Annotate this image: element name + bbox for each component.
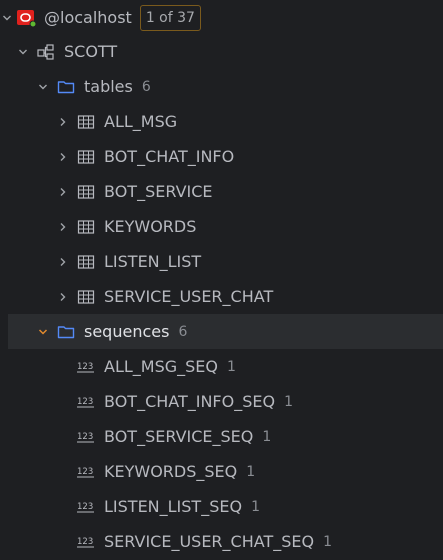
- table-icon: [76, 217, 96, 237]
- sequences-folder-row[interactable]: sequences 6: [8, 314, 443, 349]
- table-name: ALL_MSG: [104, 112, 178, 131]
- chevron-right-icon[interactable]: [56, 290, 70, 304]
- chevron-down-icon[interactable]: [36, 80, 50, 94]
- sequence-icon: 123: [76, 357, 96, 377]
- svg-text:123: 123: [77, 537, 93, 547]
- svg-text:123: 123: [77, 362, 93, 372]
- sequence-name: LISTEN_LIST_SEQ: [104, 497, 243, 516]
- sequence-row[interactable]: 123 BOT_SERVICE_SEQ 1: [0, 419, 443, 454]
- chevron-right-icon[interactable]: [56, 150, 70, 164]
- connection-name: @localhost: [44, 8, 132, 27]
- svg-text:123: 123: [77, 502, 93, 512]
- svg-text:123: 123: [77, 397, 93, 407]
- sequence-count: 1: [284, 393, 294, 410]
- tables-count: 6: [141, 78, 151, 95]
- table-row[interactable]: LISTEN_LIST: [0, 244, 443, 279]
- table-row[interactable]: SERVICE_USER_CHAT: [0, 279, 443, 314]
- table-row[interactable]: BOT_CHAT_INFO: [0, 139, 443, 174]
- table-icon: [76, 147, 96, 167]
- sequence-icon: 123: [76, 532, 96, 552]
- schema-name: SCOTT: [64, 42, 118, 61]
- sequence-icon: 123: [76, 392, 96, 412]
- table-name: BOT_CHAT_INFO: [104, 147, 235, 166]
- sequence-row[interactable]: 123 SERVICE_USER_CHAT_SEQ 1: [0, 524, 443, 559]
- chevron-down-icon[interactable]: [16, 45, 30, 59]
- tables-folder-row[interactable]: tables 6: [0, 69, 443, 104]
- table-row[interactable]: KEYWORDS: [0, 209, 443, 244]
- sequence-row[interactable]: 123 BOT_CHAT_INFO_SEQ 1: [0, 384, 443, 419]
- chevron-down-icon[interactable]: [36, 325, 50, 339]
- sequence-name: ALL_MSG_SEQ: [104, 357, 218, 376]
- sequence-count: 1: [251, 498, 260, 515]
- table-icon: [76, 287, 96, 307]
- chevron-right-icon[interactable]: [56, 185, 70, 199]
- database-tree: @localhost 1 of 37 SCOTT tables 6 ALL_MS…: [0, 0, 443, 560]
- table-name: SERVICE_USER_CHAT: [104, 287, 274, 306]
- table-name: LISTEN_LIST: [104, 252, 202, 271]
- sequence-row[interactable]: 123 ALL_MSG_SEQ 1: [0, 349, 443, 384]
- folder-icon: [56, 77, 76, 97]
- svg-text:123: 123: [77, 432, 93, 442]
- schema-row[interactable]: SCOTT: [0, 34, 443, 69]
- table-icon: [76, 112, 96, 132]
- sequences-count: 6: [178, 323, 188, 340]
- tables-folder-label: tables: [84, 77, 133, 96]
- session-badge[interactable]: 1 of 37: [139, 4, 201, 31]
- table-name: KEYWORDS: [104, 217, 197, 236]
- connection-row[interactable]: @localhost 1 of 37: [0, 0, 443, 35]
- chevron-right-icon[interactable]: [56, 255, 70, 269]
- sequence-icon: 123: [76, 497, 96, 517]
- sequence-name: BOT_CHAT_INFO_SEQ: [104, 392, 276, 411]
- sequences-folder-label: sequences: [84, 322, 170, 341]
- sequence-count: 1: [246, 463, 256, 480]
- sequence-icon: 123: [76, 462, 96, 482]
- sequence-count: 1: [323, 533, 333, 550]
- schema-icon: [36, 42, 56, 62]
- table-row[interactable]: BOT_SERVICE: [0, 174, 443, 209]
- table-icon: [76, 252, 96, 272]
- sequence-row[interactable]: 123 KEYWORDS_SEQ 1: [0, 454, 443, 489]
- chevron-down-icon[interactable]: [0, 11, 14, 25]
- table-icon: [76, 182, 96, 202]
- sequence-count: 1: [227, 358, 236, 375]
- table-row[interactable]: ALL_MSG: [0, 104, 443, 139]
- chevron-right-icon[interactable]: [56, 220, 70, 234]
- folder-icon: [56, 322, 76, 342]
- sequence-name: SERVICE_USER_CHAT_SEQ: [104, 532, 315, 551]
- svg-text:123: 123: [77, 467, 93, 477]
- sequence-row[interactable]: 123 LISTEN_LIST_SEQ 1: [0, 489, 443, 524]
- chevron-right-icon[interactable]: [56, 115, 70, 129]
- table-name: BOT_SERVICE: [104, 182, 213, 201]
- sequence-icon: 123: [76, 427, 96, 447]
- sequence-name: BOT_SERVICE_SEQ: [104, 427, 254, 446]
- sequence-name: KEYWORDS_SEQ: [104, 462, 238, 481]
- sequence-count: 1: [262, 428, 272, 445]
- oracle-db-icon: [16, 8, 36, 28]
